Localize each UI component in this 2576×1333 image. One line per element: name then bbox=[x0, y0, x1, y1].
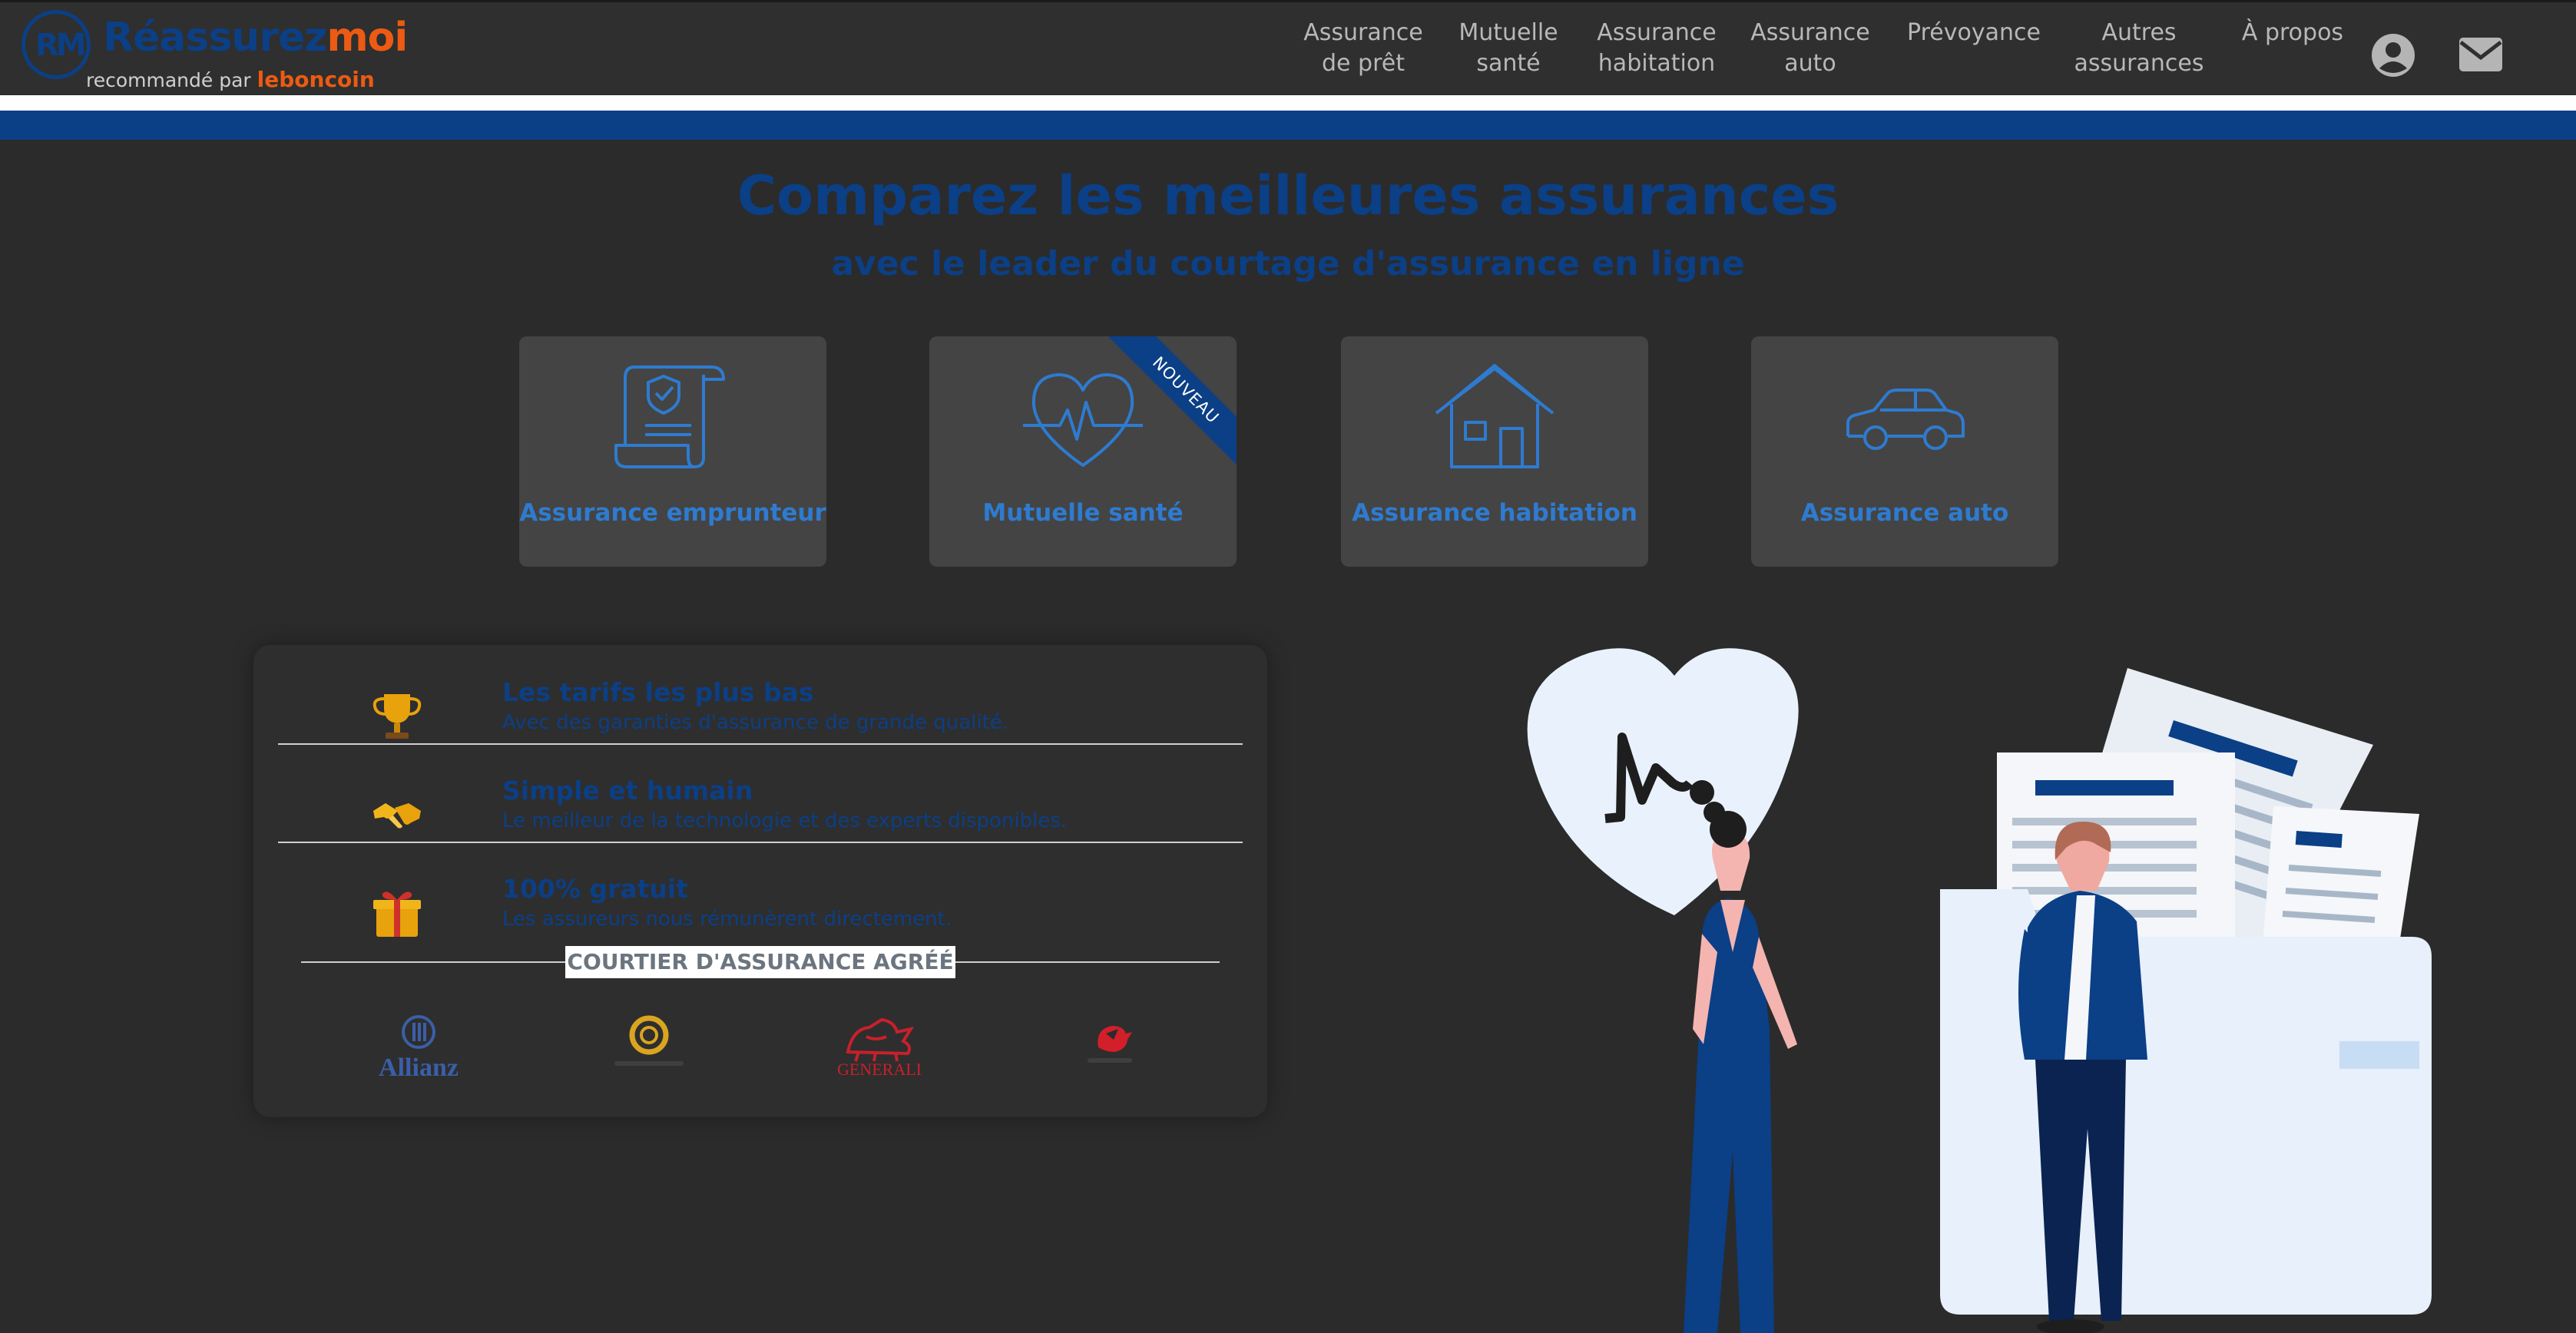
partner-red-bird bbox=[1052, 1006, 1167, 1090]
product-card-label: Mutuelle santé bbox=[982, 499, 1184, 527]
red-bird-logo-icon bbox=[1088, 1026, 1132, 1063]
page-title: Comparez les meilleures assurances bbox=[737, 164, 1839, 227]
nav-item-assurance-habitation[interactable]: Assurance habitation bbox=[1591, 18, 1722, 79]
feature-divider bbox=[278, 842, 1243, 843]
brand-tagline: recommandé par leboncoin bbox=[86, 67, 375, 92]
product-card-mutuelle-sante[interactable]: NOUVEAU Mutuelle santé bbox=[929, 336, 1237, 567]
nav-item-a-propos[interactable]: À propos bbox=[2235, 18, 2350, 48]
brand-logo[interactable]: RM Réassurezmoi recommandé par leboncoin bbox=[18, 7, 408, 92]
header-blue-stripe bbox=[0, 111, 2576, 140]
partner-name: GENERALI bbox=[837, 1060, 922, 1079]
brand-name: Réassurezmoi bbox=[103, 15, 408, 61]
nav-item-prevoyance[interactable]: Prévoyance bbox=[1897, 18, 2051, 48]
feature-divider bbox=[278, 743, 1243, 745]
product-card-label: Assurance emprunteur bbox=[519, 499, 826, 527]
product-card-assurance-emprunteur[interactable]: Assurance emprunteur bbox=[519, 336, 826, 567]
feature-title: Les tarifs les plus bas bbox=[502, 677, 814, 707]
product-card-assurance-auto[interactable]: Assurance auto bbox=[1751, 336, 2058, 567]
user-circle-icon[interactable] bbox=[2369, 31, 2417, 79]
header-white-stripe bbox=[0, 95, 2576, 111]
feature-description: Le meilleur de la technologie et des exp… bbox=[502, 809, 1068, 832]
nav-item-autres-assurances[interactable]: Autres assurances bbox=[2066, 18, 2212, 79]
nav-item-assurance-auto[interactable]: Assurance auto bbox=[1745, 18, 1876, 79]
envelope-icon[interactable] bbox=[2458, 35, 2504, 74]
page-subtitle: avec le leader du courtage d'assurance e… bbox=[831, 244, 1745, 283]
feature-title: 100% gratuit bbox=[502, 874, 688, 904]
certificate-scroll-icon bbox=[614, 366, 725, 468]
product-card-label: Assurance auto bbox=[1800, 499, 2009, 527]
gift-icon bbox=[373, 891, 421, 937]
feature-title: Simple et humain bbox=[502, 776, 753, 805]
gold-ring-logo-icon bbox=[614, 1015, 684, 1066]
feature-description: Les assureurs nous rémunèrent directemen… bbox=[502, 908, 952, 931]
feature-free: 100% gratuit Les assureurs nous rémunère… bbox=[278, 857, 1243, 955]
heartbeat-icon bbox=[1023, 373, 1143, 467]
licensed-broker-label: COURTIER D'ASSURANCE AGRÉÉ bbox=[565, 946, 955, 978]
benefits-panel: Les tarifs les plus bas Avec des garanti… bbox=[253, 645, 1267, 1117]
product-card-assurance-habitation[interactable]: Assurance habitation bbox=[1341, 336, 1648, 567]
nav-item-assurance-pret[interactable]: Assurance de prêt bbox=[1298, 18, 1429, 79]
partner-gold-ring bbox=[591, 1006, 707, 1090]
trophy-icon bbox=[372, 694, 422, 739]
handshake-icon bbox=[373, 803, 421, 829]
leboncoin-wordmark: leboncoin bbox=[257, 67, 375, 92]
partner-allianz: Allianz bbox=[361, 1006, 476, 1090]
feature-description: Avec des garanties d'assurance de grande… bbox=[502, 711, 1009, 734]
partner-name: Allianz bbox=[379, 1054, 459, 1082]
house-icon bbox=[1435, 364, 1555, 468]
partner-generali: GENERALI bbox=[822, 1006, 937, 1090]
top-header: RM Réassurezmoi recommandé par leboncoin… bbox=[0, 0, 2576, 94]
nav-item-mutuelle-sante[interactable]: Mutuelle santé bbox=[1455, 18, 1562, 79]
hero-illustration bbox=[1527, 648, 2432, 1333]
product-card-label: Assurance habitation bbox=[1352, 499, 1637, 527]
brand-monogram: RM bbox=[22, 10, 91, 79]
car-icon bbox=[1846, 389, 1965, 450]
